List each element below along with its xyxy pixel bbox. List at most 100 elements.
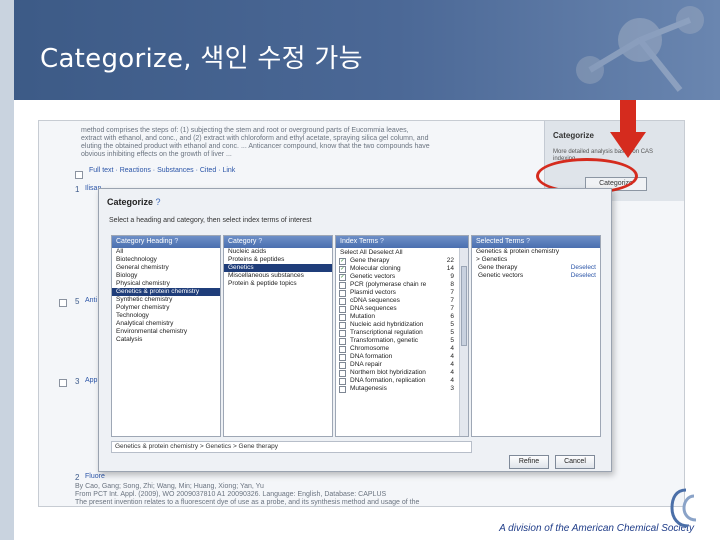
scroll-thumb[interactable] bbox=[461, 266, 467, 346]
index-term-checkbox[interactable]: ✓ bbox=[339, 266, 346, 273]
selected-term-row: Gene therapy Deselect bbox=[472, 264, 600, 272]
index-terms-label: Index Terms bbox=[340, 238, 378, 245]
category-label: Category bbox=[228, 238, 257, 245]
index-term-checkbox[interactable] bbox=[339, 362, 346, 369]
index-term-label: Plasmid vectors bbox=[350, 289, 396, 296]
category-heading-item[interactable]: Physical chemistry bbox=[112, 280, 220, 288]
help-icon[interactable]: ? bbox=[174, 238, 178, 245]
dialog-instructions: Select a heading and category, then sele… bbox=[109, 217, 312, 224]
index-term-row[interactable]: PCR (polymerase chain re 8 bbox=[336, 281, 468, 289]
left-accent-bar bbox=[0, 0, 14, 540]
selected-term-row: Genetic vectors Deselect bbox=[472, 272, 600, 280]
cancel-button[interactable]: Cancel bbox=[555, 455, 595, 469]
index-term-row[interactable]: DNA repair 4 bbox=[336, 361, 468, 369]
side-panel-title: Categorize bbox=[553, 131, 594, 140]
index-rows: ✓ Gene therapy 22 ✓ Molecular cloning 14 ✓ Gene… bbox=[336, 257, 468, 393]
index-term-count: 6 bbox=[450, 313, 454, 320]
selected-category: > Genetics bbox=[476, 256, 508, 263]
index-term-row[interactable]: DNA formation, replication 4 bbox=[336, 377, 468, 385]
category-path: Genetics & protein chemistry > Genetics … bbox=[111, 441, 472, 453]
index-term-count: 3 bbox=[450, 385, 454, 392]
index-term-checkbox[interactable] bbox=[339, 330, 346, 337]
selected-rows: Gene therapy Deselect Genetic vectors Desel… bbox=[472, 264, 600, 280]
dialog-title: Categorize ? bbox=[107, 197, 161, 207]
index-term-row[interactable]: Transformation, genetic 5 bbox=[336, 337, 468, 345]
index-term-row[interactable]: Nucleic acid hybridization 5 bbox=[336, 321, 468, 329]
index-term-checkbox[interactable] bbox=[339, 354, 346, 361]
index-term-row[interactable]: Mutation 6 bbox=[336, 313, 468, 321]
help-icon[interactable]: ? bbox=[258, 238, 262, 245]
index-term-checkbox[interactable] bbox=[339, 306, 346, 313]
index-term-label: Transformation, genetic bbox=[350, 337, 419, 344]
index-term-checkbox[interactable] bbox=[339, 322, 346, 329]
select-all-link[interactable]: Select All bbox=[340, 249, 367, 256]
index-term-label: Nucleic acid hybridization bbox=[350, 321, 424, 328]
index-term-checkbox[interactable] bbox=[339, 378, 346, 385]
category-item[interactable]: Nucleic acids bbox=[224, 248, 332, 256]
category-heading-item[interactable]: Polymer chemistry bbox=[112, 304, 220, 312]
selected-terms-header: Selected Terms ? bbox=[472, 236, 600, 248]
result-abstract-line: extract with ethanol, and conc., and (2)… bbox=[81, 135, 429, 142]
help-icon[interactable]: ? bbox=[156, 197, 161, 207]
category-item[interactable]: Miscellaneous substances bbox=[224, 272, 332, 280]
category-heading-item[interactable]: Environmental chemistry bbox=[112, 328, 220, 336]
index-term-checkbox[interactable] bbox=[339, 282, 346, 289]
footer-text: A division of the American Chemical Soci… bbox=[499, 523, 694, 534]
result-title[interactable]: Anti bbox=[85, 297, 97, 305]
category-heading-item[interactable]: Biology bbox=[112, 272, 220, 280]
deselect-all-link[interactable]: Deselect All bbox=[369, 249, 403, 256]
category-heading-item[interactable]: Catalysis bbox=[112, 336, 220, 344]
category-item[interactable]: Genetics bbox=[224, 264, 332, 272]
result-checkbox[interactable] bbox=[75, 171, 83, 179]
index-term-label: DNA formation bbox=[350, 353, 393, 360]
help-icon[interactable]: ? bbox=[526, 238, 530, 245]
index-term-checkbox[interactable] bbox=[339, 386, 346, 393]
index-term-label: DNA repair bbox=[350, 361, 382, 368]
index-term-checkbox[interactable] bbox=[339, 370, 346, 377]
index-term-checkbox[interactable]: ✓ bbox=[339, 258, 346, 265]
result-title[interactable]: Fluore bbox=[85, 473, 105, 481]
index-term-row[interactable]: Northern blot hybridization 4 bbox=[336, 369, 468, 377]
category-item[interactable]: Protein & peptide topics bbox=[224, 280, 332, 288]
result-checkbox[interactable] bbox=[59, 379, 67, 387]
index-term-row[interactable]: Transcriptional regulation 5 bbox=[336, 329, 468, 337]
index-term-checkbox[interactable] bbox=[339, 290, 346, 297]
result-links[interactable]: Full text · Reactions · Substances · Cit… bbox=[89, 167, 235, 175]
index-term-row[interactable]: Plasmid vectors 7 bbox=[336, 289, 468, 297]
index-term-row[interactable]: Mutagenesis 3 bbox=[336, 385, 468, 393]
index-term-checkbox[interactable] bbox=[339, 346, 346, 353]
result-number: 2 bbox=[75, 473, 80, 482]
category-item[interactable]: Proteins & peptides bbox=[224, 256, 332, 264]
index-term-checkbox[interactable]: ✓ bbox=[339, 274, 346, 281]
refine-button[interactable]: Refine bbox=[509, 455, 549, 469]
category-rows: Nucleic acids Proteins & peptides Genetics… bbox=[224, 248, 332, 288]
category-heading-item[interactable]: Analytical chemistry bbox=[112, 320, 220, 328]
index-term-row[interactable]: ✓ Molecular cloning 14 bbox=[336, 265, 468, 273]
index-term-count: 4 bbox=[450, 369, 454, 376]
category-heading-item[interactable]: Genetics & protein chemistry bbox=[112, 288, 220, 296]
index-term-checkbox[interactable] bbox=[339, 338, 346, 345]
index-scrollbar[interactable] bbox=[459, 248, 468, 436]
index-term-checkbox[interactable] bbox=[339, 298, 346, 305]
category-heading-item[interactable]: Biotechnology bbox=[112, 256, 220, 264]
category-heading-item[interactable]: Technology bbox=[112, 312, 220, 320]
category-heading-item[interactable]: All bbox=[112, 248, 220, 256]
selected-terms-list: Selected Terms ? Genetics & protein chem… bbox=[471, 235, 601, 437]
deselect-link[interactable]: Deselect bbox=[571, 272, 596, 280]
category-heading-item[interactable]: General chemistry bbox=[112, 264, 220, 272]
index-term-row[interactable]: DNA formation 4 bbox=[336, 353, 468, 361]
result-checkbox[interactable] bbox=[59, 299, 67, 307]
category-header: Category ? bbox=[224, 236, 332, 248]
index-term-checkbox[interactable] bbox=[339, 314, 346, 321]
help-icon[interactable]: ? bbox=[380, 238, 384, 245]
deselect-link[interactable]: Deselect bbox=[571, 264, 596, 272]
selected-heading: Genetics & protein chemistry bbox=[476, 248, 560, 255]
index-term-row[interactable]: cDNA sequences 7 bbox=[336, 297, 468, 305]
result-source: From PCT Int. Appl. (2009), WO 200903781… bbox=[75, 491, 387, 498]
index-term-row[interactable]: DNA sequences 7 bbox=[336, 305, 468, 313]
index-term-row[interactable]: ✓ Genetic vectors 9 bbox=[336, 273, 468, 281]
index-term-row[interactable]: ✓ Gene therapy 22 bbox=[336, 257, 468, 265]
index-term-label: DNA sequences bbox=[350, 305, 397, 312]
index-term-row[interactable]: Chromosome 4 bbox=[336, 345, 468, 353]
category-heading-item[interactable]: Synthetic chemistry bbox=[112, 296, 220, 304]
